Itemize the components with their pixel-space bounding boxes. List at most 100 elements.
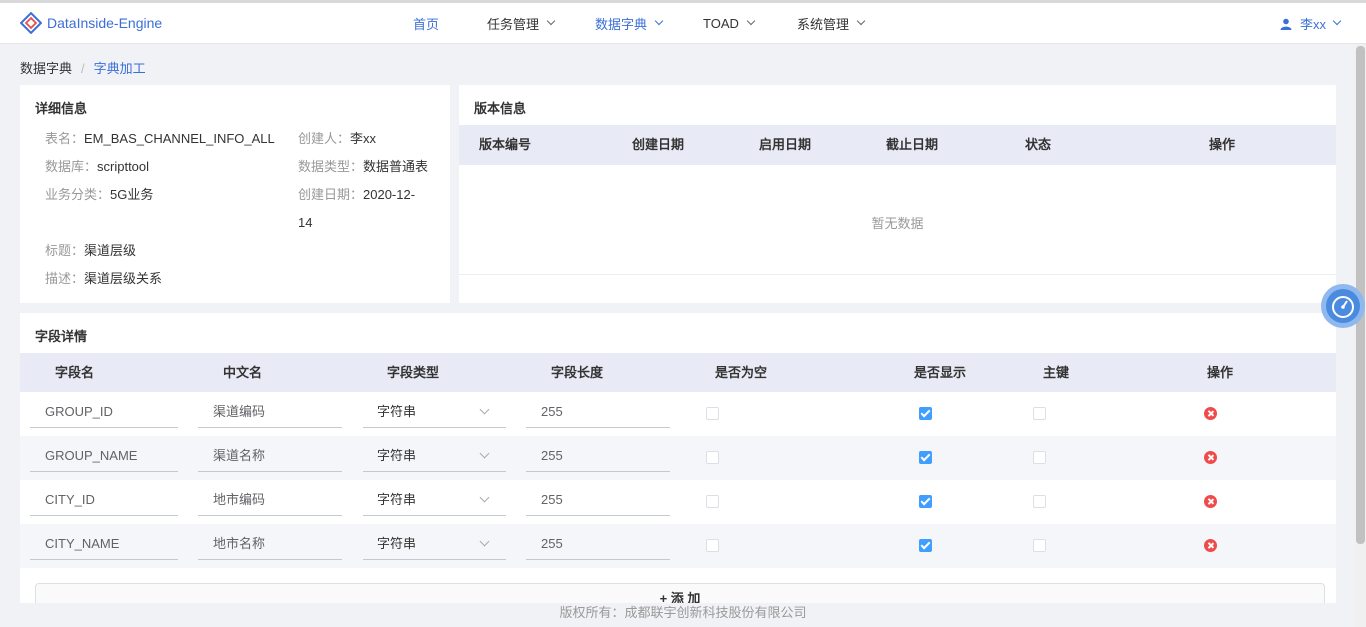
chevron-down-icon (479, 448, 490, 459)
detail-value: scripttool (97, 159, 150, 174)
chevron-down-icon (746, 16, 756, 25)
field-length-input[interactable]: 255 (526, 528, 670, 560)
version-title: 版本信息 (474, 101, 527, 116)
chevron-down-icon (479, 492, 490, 503)
detail-business-category: 业务分类：5G业务 (45, 181, 153, 209)
detail-value: 2020-12- (363, 187, 416, 202)
table-row: CITY_NAME 地市名称 字符串 255 (20, 524, 1336, 568)
detail-created-date: 创建日期：2020-12- 14 (298, 181, 415, 237)
field-length-input[interactable]: 255 (526, 440, 670, 472)
delete-circle-icon[interactable] (1204, 539, 1217, 552)
chevron-down-icon (654, 16, 664, 25)
delete-circle-icon[interactable] (1204, 407, 1217, 420)
visible-checkbox[interactable] (919, 451, 932, 464)
version-col-action: 操作 (1209, 137, 1236, 152)
detail-card: 详细信息 表名：EM_BAS_CHANNEL_INFO_ALL 创建人：李xx … (20, 85, 450, 303)
version-table-header: 版本编号 创建日期 启用日期 截止日期 状态 操作 (459, 125, 1336, 165)
detail-description: 描述：渠道层级关系 (45, 265, 162, 293)
detail-value: 5G业务 (110, 187, 154, 202)
chevron-down-icon (856, 16, 866, 25)
version-col-deadline: 截止日期 (886, 137, 939, 152)
fields-title: 字段详情 (35, 329, 88, 344)
nav-task-management-label: 任务管理 (487, 17, 540, 32)
field-type-value: 字符串 (377, 536, 417, 551)
speedometer-icon (1332, 296, 1354, 318)
version-card: 版本信息 版本编号 创建日期 启用日期 截止日期 状态 操作 暂无数据 (459, 85, 1336, 303)
fields-col-nullable: 是否为空 (715, 365, 768, 380)
table-row: GROUP_ID 渠道编码 字符串 255 (20, 392, 1336, 436)
detail-value: 数据普通表 (363, 159, 429, 174)
version-col-enabled: 启用日期 (759, 137, 812, 152)
breadcrumb: 数据字典 / 字典加工 (20, 58, 146, 77)
nullable-checkbox[interactable] (706, 407, 719, 420)
nav-data-dictionary-label: 数据字典 (595, 17, 648, 32)
nullable-checkbox[interactable] (706, 495, 719, 508)
field-cn-name-input[interactable]: 渠道名称 (198, 440, 342, 472)
visible-checkbox[interactable] (919, 407, 932, 420)
floating-help-button[interactable] (1321, 284, 1365, 328)
detail-title: 详细信息 (35, 101, 88, 116)
detail-creator: 创建人：李xx (298, 125, 376, 153)
version-empty-text: 暂无数据 (871, 216, 924, 231)
detail-table-name: 表名：EM_BAS_CHANNEL_INFO_ALL (45, 125, 275, 153)
user-icon (1280, 18, 1292, 30)
fields-col-visible: 是否显示 (914, 365, 967, 380)
logo[interactable]: DataInside-Engine (20, 12, 162, 34)
detail-key: 表名： (45, 131, 85, 146)
field-name-input[interactable]: GROUP_ID (30, 396, 178, 428)
fields-col-length: 字段长度 (551, 365, 604, 380)
primary-key-checkbox[interactable] (1033, 495, 1046, 508)
detail-key: 业务分类： (45, 187, 111, 202)
nav-task-management[interactable]: 任务管理 (487, 3, 556, 44)
user-menu[interactable]: 李xx (1280, 3, 1342, 44)
detail-key: 创建日期： (298, 187, 364, 202)
visible-checkbox[interactable] (919, 495, 932, 508)
fields-col-action: 操作 (1207, 365, 1234, 380)
field-cn-name-input[interactable]: 渠道编码 (198, 396, 342, 428)
field-cn-name-input[interactable]: 地市编码 (198, 484, 342, 516)
field-length-input[interactable]: 255 (526, 396, 670, 428)
detail-value: 渠道层级关系 (84, 271, 163, 286)
breadcrumb-parent[interactable]: 数据字典 (20, 61, 72, 76)
field-type-select[interactable]: 字符串 (363, 528, 506, 560)
field-name-input[interactable]: CITY_NAME (30, 528, 178, 560)
visible-checkbox[interactable] (919, 539, 932, 552)
field-name-input[interactable]: GROUP_NAME (30, 440, 178, 472)
field-type-select[interactable]: 字符串 (363, 440, 506, 472)
footer-copyright: 版权所有：成都联宇创新科技股份有限公司 (559, 605, 807, 620)
field-cn-name-input[interactable]: 地市名称 (198, 528, 342, 560)
primary-key-checkbox[interactable] (1033, 407, 1046, 420)
fields-col-type: 字段类型 (387, 365, 440, 380)
user-name: 李xx (1299, 17, 1326, 32)
field-type-value: 字符串 (377, 492, 417, 507)
add-field-button[interactable]: + 添 加 (35, 583, 1325, 603)
field-length-input[interactable]: 255 (526, 484, 670, 516)
nullable-checkbox[interactable] (706, 451, 719, 464)
field-type-select[interactable]: 字符串 (363, 396, 506, 428)
primary-key-checkbox[interactable] (1033, 451, 1046, 464)
version-col-number: 版本编号 (479, 137, 532, 152)
delete-circle-icon[interactable] (1204, 451, 1217, 464)
delete-circle-icon[interactable] (1204, 495, 1217, 508)
detail-value: 渠道层级 (84, 243, 137, 258)
nullable-checkbox[interactable] (706, 539, 719, 552)
nav-home-label: 首页 (413, 17, 440, 32)
nav-data-dictionary[interactable]: 数据字典 (595, 3, 664, 44)
nav-system-management[interactable]: 系统管理 (797, 3, 866, 44)
version-col-status: 状态 (1025, 137, 1052, 152)
field-name-input[interactable]: CITY_ID (30, 484, 178, 516)
detail-key: 数据库： (45, 159, 98, 174)
table-row: GROUP_NAME 渠道名称 字符串 255 (20, 436, 1336, 480)
chevron-down-icon (546, 16, 556, 25)
field-type-select[interactable]: 字符串 (363, 484, 506, 516)
primary-key-checkbox[interactable] (1033, 539, 1046, 552)
nav-home[interactable]: 首页 (413, 3, 439, 44)
detail-value: EM_BAS_CHANNEL_INFO_ALL (84, 131, 275, 146)
detail-data-type: 数据类型：数据普通表 (298, 153, 428, 181)
breadcrumb-current: 字典加工 (93, 61, 146, 76)
chevron-down-icon (479, 404, 490, 415)
detail-key: 创建人： (298, 131, 351, 146)
version-col-created: 创建日期 (632, 137, 685, 152)
field-type-value: 字符串 (377, 448, 417, 463)
nav-toad[interactable]: TOAD (703, 3, 756, 44)
